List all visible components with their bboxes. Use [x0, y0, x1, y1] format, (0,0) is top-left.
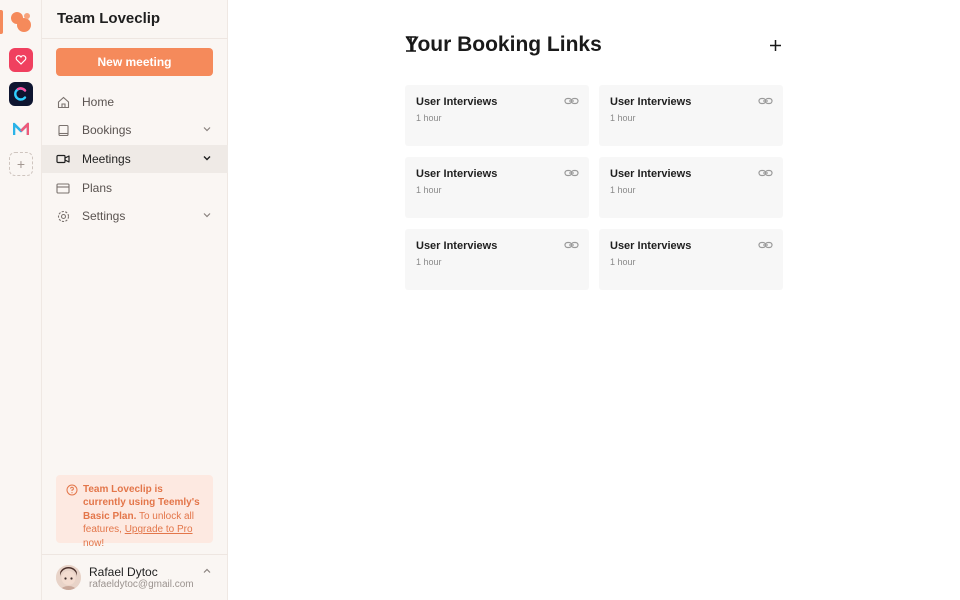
- card-duration: 1 hour: [416, 113, 442, 123]
- link-icon[interactable]: [758, 95, 773, 107]
- chevron-down-icon: [203, 156, 211, 161]
- sidebar-item-label: Home: [82, 95, 115, 109]
- active-workspace-indicator: [0, 10, 3, 34]
- sidebar-item-meetings[interactable]: Meetings: [42, 145, 228, 173]
- link-icon[interactable]: [564, 167, 579, 179]
- card-title: User Interviews: [416, 240, 498, 252]
- card-title: User Interviews: [416, 168, 498, 180]
- card-duration: 1 hour: [416, 185, 442, 195]
- chevron-down-icon: [203, 127, 211, 132]
- user-name: Rafael Dytoc: [89, 565, 158, 579]
- sidebar-item-label: Settings: [82, 209, 126, 223]
- booking-link-card[interactable]: User Interviews 1 hour: [599, 229, 783, 290]
- plan-notice: Team Loveclip is currently using Teemly'…: [56, 475, 213, 549]
- workspace-rail: +: [0, 0, 42, 600]
- upgrade-link[interactable]: Upgrade to Pro: [125, 524, 193, 535]
- team-title: Team Loveclip: [57, 10, 161, 27]
- plan-notice-suffix: now!: [83, 537, 105, 549]
- sidebar-item-bookings[interactable]: Bookings: [42, 116, 228, 144]
- booking-link-card[interactable]: User Interviews 1 hour: [405, 229, 589, 290]
- card-title: User Interviews: [610, 168, 692, 180]
- sidebar-divider: [42, 38, 228, 39]
- user-email: rafaeldytoc@gmail.com: [89, 579, 194, 590]
- chevron-up-icon[interactable]: [202, 566, 212, 576]
- sidebar-item-plans[interactable]: Plans: [42, 174, 228, 202]
- text-cursor-icon: [406, 36, 416, 52]
- sidebar-item-label: Plans: [82, 181, 113, 195]
- question-circle-icon: [66, 484, 78, 496]
- user-divider: [42, 554, 228, 555]
- link-icon[interactable]: [758, 167, 773, 179]
- sidebar-item-label: Meetings: [82, 152, 131, 166]
- m-logo-icon: [13, 122, 29, 135]
- credit-card-icon: [56, 181, 70, 195]
- card-title: User Interviews: [610, 240, 692, 252]
- workspace-heart-app[interactable]: [9, 48, 33, 72]
- book-icon: [56, 123, 70, 137]
- home-icon: [56, 95, 70, 109]
- sidebar: Team Loveclip New meeting Home Bookings …: [42, 0, 228, 600]
- card-title: User Interviews: [416, 96, 498, 108]
- link-icon[interactable]: [758, 239, 773, 251]
- gear-icon: [56, 209, 70, 223]
- team-blob-icon: [11, 12, 31, 32]
- card-duration: 1 hour: [416, 257, 442, 267]
- card-duration: 1 hour: [610, 185, 636, 195]
- booking-link-card[interactable]: User Interviews 1 hour: [599, 157, 783, 218]
- heart-logo-icon: [15, 55, 27, 65]
- workspace-c-app[interactable]: [9, 82, 33, 106]
- sidebar-item-settings[interactable]: Settings: [42, 202, 228, 230]
- add-workspace-label: +: [16, 156, 26, 172]
- booking-link-card[interactable]: User Interviews 1 hour: [405, 85, 589, 146]
- plus-icon: [769, 39, 781, 51]
- video-icon: [56, 152, 70, 166]
- card-duration: 1 hour: [610, 113, 636, 123]
- booking-link-card[interactable]: User Interviews 1 hour: [405, 157, 589, 218]
- workspace-m-app[interactable]: [9, 117, 33, 141]
- link-icon[interactable]: [564, 239, 579, 251]
- chevron-down-icon: [203, 213, 211, 218]
- add-workspace-button[interactable]: +: [9, 152, 33, 176]
- card-title: User Interviews: [610, 96, 692, 108]
- add-booking-link-button[interactable]: [766, 36, 784, 54]
- new-meeting-button[interactable]: New meeting: [56, 48, 213, 76]
- avatar[interactable]: [56, 565, 81, 590]
- sidebar-item-home[interactable]: Home: [42, 88, 228, 116]
- booking-link-card[interactable]: User Interviews 1 hour: [599, 85, 783, 146]
- workspace-loveclip[interactable]: [9, 10, 33, 34]
- sidebar-item-label: Bookings: [82, 123, 132, 137]
- card-duration: 1 hour: [610, 257, 636, 267]
- link-icon[interactable]: [564, 95, 579, 107]
- page-title: Your Booking Links: [405, 33, 602, 56]
- c-logo-icon: [14, 87, 27, 101]
